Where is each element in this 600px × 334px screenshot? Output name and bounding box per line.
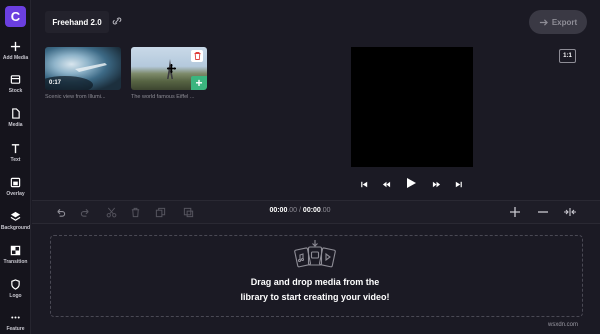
sidebar-item-overlay[interactable]: Overlay [0,177,31,207]
media-thumbnail[interactable]: + [131,47,207,90]
play-icon [407,178,416,188]
sidebar: C Add Media Stock Media Text Overlay Bac… [0,0,31,334]
overlay-icon [10,177,21,188]
sidebar-item-transition[interactable]: Transition [0,245,31,275]
sidebar-item-label: Logo [9,293,22,299]
aspect-ratio-label: 1:1 [563,53,572,59]
fast-forward-button[interactable] [430,178,442,190]
rewind-button[interactable] [380,178,392,190]
dropzone-line-2: library to start creating your video! [240,292,390,302]
plus-icon [10,41,21,52]
zoom-out-icon[interactable] [536,205,550,219]
delete-button[interactable] [191,50,203,62]
rewind-icon [382,181,390,187]
sidebar-item-label: Transition [3,259,28,265]
stock-icon [10,75,21,84]
current-time: 00:00 [269,207,288,214]
add-to-timeline-button[interactable]: + [191,76,207,90]
media-duration: 0:17 [49,80,62,86]
app-logo[interactable]: C [5,6,26,27]
sidebar-item-label: Stock [8,88,23,94]
media-item[interactable]: 0:17 Scenic view from Illumi... [45,47,121,102]
sidebar-item-add-media[interactable]: Add Media [0,41,31,71]
media-thumbnail[interactable]: 0:17 [45,47,121,90]
dropzone-line-1: Drag and drop media from the [250,277,380,287]
sidebar-item-label: Background [0,225,31,231]
project-title-text: Freehand 2.0 [52,17,102,27]
transition-icon [10,245,21,256]
fit-timeline-icon[interactable] [563,205,577,219]
skip-to-start-button[interactable] [358,178,370,190]
play-button[interactable] [405,177,417,189]
dropzone-message: Drag and drop media from the library to … [215,275,415,305]
shield-icon [11,279,20,290]
total-time-ms: .00 [320,207,331,214]
aspect-ratio-button[interactable]: 1:1 [559,49,576,63]
current-time-ms: .00 [287,207,298,214]
text-icon [11,144,20,154]
sidebar-item-logo[interactable]: Logo [0,279,31,309]
skip-to-end-button[interactable] [452,178,464,190]
zoom-in-icon[interactable] [508,205,522,219]
plus-icon: + [195,76,203,90]
logo-letter: C [10,9,21,24]
project-title[interactable]: Freehand 2.0 [45,11,109,33]
sync-icon[interactable] [112,16,122,26]
media-files-icon [294,240,336,268]
media-caption: Scenic view from Illumi... [45,94,106,100]
sidebar-item-label: Media [8,122,23,128]
fast-forward-icon [432,181,440,187]
export-label: Export [551,17,578,27]
more-icon [11,316,20,319]
media-caption: The world famous Eiffel ... [131,94,195,100]
sidebar-item-feature[interactable]: Feature [0,312,31,334]
sidebar-item-text[interactable]: Text [0,143,31,173]
watermark: wsxdn.com [548,322,579,328]
sidebar-item-background[interactable]: Background [0,211,31,241]
video-preview[interactable] [351,47,473,167]
sidebar-item-media[interactable]: Media [0,108,31,138]
sidebar-item-stock[interactable]: Stock [0,74,31,104]
trash-icon [194,52,200,60]
media-item[interactable]: + The world famous Eiffel ... [131,47,207,102]
sidebar-item-label: Add Media [2,55,29,61]
export-button[interactable]: Export [529,10,587,34]
sidebar-item-label: Overlay [6,191,25,197]
sidebar-item-label: Text [10,157,21,163]
file-icon [12,108,20,119]
arrow-right-icon [539,18,548,26]
sidebar-item-label: Feature [6,326,25,332]
total-time: 00:00 [302,207,321,214]
skip-back-icon [360,181,367,187]
skip-forward-icon [455,181,462,187]
move-cursor-icon [167,64,176,73]
